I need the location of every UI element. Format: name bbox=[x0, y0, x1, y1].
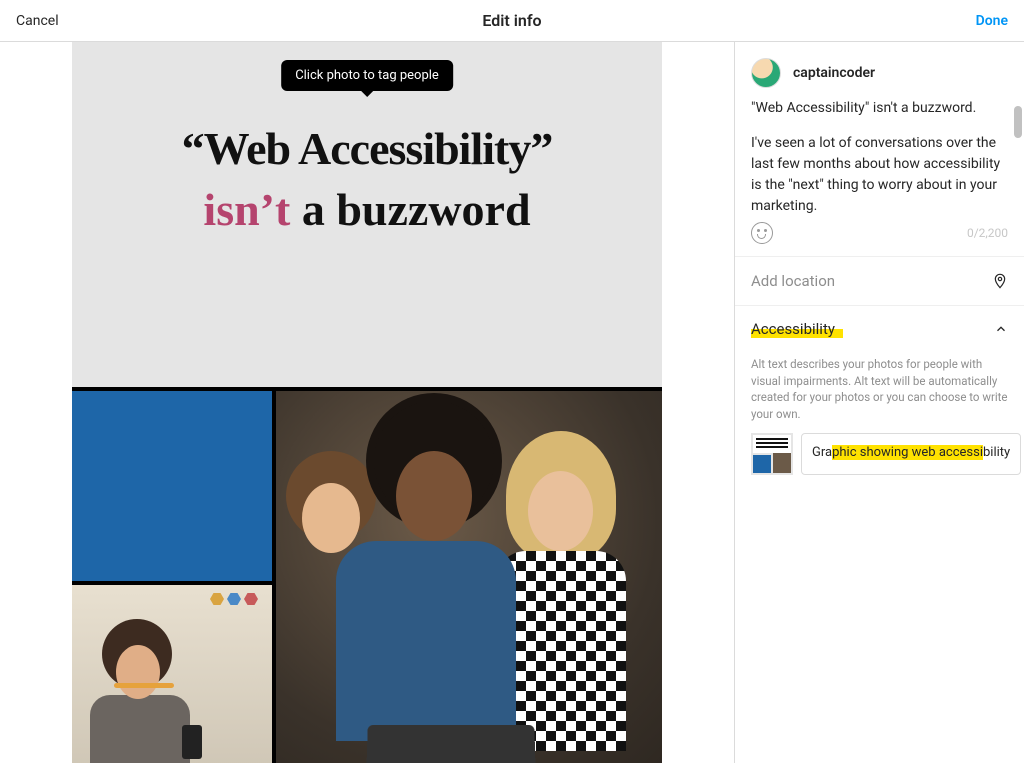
graphic-headline: “Web Accessibility” isn’t a buzzword bbox=[102, 122, 632, 236]
photo-column: Click photo to tag people “Web Accessibi… bbox=[0, 42, 734, 763]
headline-line2: isn’t a buzzword bbox=[102, 183, 632, 236]
scrollbar-thumb[interactable] bbox=[1014, 106, 1022, 138]
headline-accent: isn’t bbox=[203, 184, 290, 235]
page-title: Edit info bbox=[0, 11, 1024, 30]
sidebar: captaincoder "Web Accessibility" isn't a… bbox=[734, 42, 1024, 763]
accessibility-label: Accessibility bbox=[751, 320, 835, 338]
add-location-label: Add location bbox=[751, 272, 835, 290]
caption-line1: "Web Accessibility" isn't a buzzword. bbox=[751, 98, 1008, 119]
character-count: 0/2,200 bbox=[967, 226, 1008, 240]
caption-line2: I've seen a lot of conversations over th… bbox=[751, 133, 1008, 216]
alt-text-suffix: bility bbox=[983, 445, 1010, 460]
accessibility-row[interactable]: Accessibility bbox=[735, 305, 1024, 352]
done-button[interactable]: Done bbox=[976, 13, 1008, 29]
caption-textarea[interactable]: "Web Accessibility" isn't a buzzword. I'… bbox=[735, 98, 1024, 216]
collage-blue-block bbox=[72, 391, 272, 581]
location-pin-icon bbox=[992, 271, 1008, 291]
alt-text-input[interactable]: Graphic showing web accessibility bbox=[801, 433, 1021, 475]
headline-rest: a buzzword bbox=[290, 184, 530, 235]
chevron-up-icon bbox=[994, 322, 1008, 336]
username: captaincoder bbox=[793, 65, 875, 81]
alt-text-highlight: phic showing web accessi bbox=[832, 445, 983, 460]
emoji-icon[interactable] bbox=[751, 222, 773, 244]
collage-small-photo bbox=[72, 585, 272, 763]
avatar bbox=[751, 58, 781, 88]
cancel-button[interactable]: Cancel bbox=[16, 13, 136, 29]
photo-preview[interactable]: Click photo to tag people “Web Accessibi… bbox=[72, 42, 662, 763]
alt-text-thumbnail bbox=[751, 433, 793, 475]
tag-people-tooltip: Click photo to tag people bbox=[281, 60, 453, 91]
photo-collage bbox=[72, 387, 662, 763]
collage-main-photo bbox=[276, 391, 662, 763]
alt-text-prefix: Gra bbox=[812, 445, 832, 460]
add-location-row[interactable]: Add location bbox=[735, 256, 1024, 305]
headline-line1: “Web Accessibility” bbox=[102, 122, 632, 175]
accessibility-description: Alt text describes your photos for peopl… bbox=[735, 352, 1024, 433]
